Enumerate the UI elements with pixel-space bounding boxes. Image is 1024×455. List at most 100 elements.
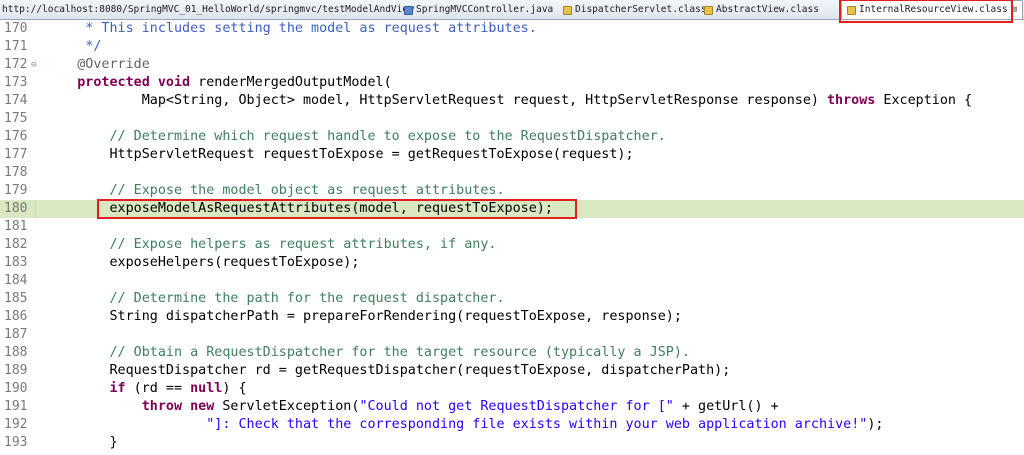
line-number: 192	[4, 416, 29, 434]
code-line[interactable]: 187	[0, 326, 1024, 344]
code-token-plain	[182, 399, 190, 414]
line-number: 187	[4, 326, 29, 344]
tab-label: DispatcherServlet.class	[575, 2, 707, 18]
line-number: 180	[4, 200, 29, 218]
code-line[interactable]: 182 // Expose helpers as request attribu…	[0, 236, 1024, 254]
line-number: 174	[4, 92, 29, 110]
tab-abstractview-class[interactable]: AbstractView.class	[704, 2, 819, 18]
code-token-str: "Could not get RequestDispatcher for ["	[359, 399, 673, 414]
code-token-cmt: // Determine the path for the request di…	[45, 291, 505, 306]
code-token-plain: RequestDispatcher rd = getRequestDispatc…	[45, 363, 730, 378]
tab-label: AbstractView.class	[716, 2, 819, 18]
code-token-cmt: // Expose helpers as request attributes,…	[45, 237, 496, 252]
class-file-icon	[847, 6, 856, 15]
tab-label: InternalResourceView.class	[859, 2, 1008, 18]
class-file-icon	[704, 6, 713, 15]
code-token-plain: HttpServletRequest requestToExpose = get…	[45, 147, 634, 162]
code-line[interactable]: 185 // Determine the path for the reques…	[0, 290, 1024, 308]
line-number: 177	[4, 146, 29, 164]
fold-collapse-icon[interactable]: ⊖	[31, 56, 39, 74]
current-line-marker	[35, 200, 36, 218]
code-token-plain	[45, 399, 142, 414]
code-line[interactable]: 183 exposeHelpers(requestToExpose);	[0, 254, 1024, 272]
code-token-plain	[45, 381, 110, 396]
code-line[interactable]: 175	[0, 110, 1024, 128]
code-text: "]: Check that the corresponding file ex…	[45, 416, 883, 434]
code-text: HttpServletRequest requestToExpose = get…	[45, 146, 634, 164]
code-token-ann: @Override	[45, 57, 150, 72]
code-line[interactable]: 190 if (rd == null) {	[0, 380, 1024, 398]
code-text: */	[45, 38, 101, 56]
line-number: 190	[4, 380, 29, 398]
code-token-plain: Map<String, Object> model, HttpServletRe…	[45, 93, 827, 108]
code-line[interactable]: 181	[0, 218, 1024, 236]
tab-dispatcherservlet-class[interactable]: DispatcherServlet.class	[563, 2, 707, 18]
code-line[interactable]: 189 RequestDispatcher rd = getRequestDis…	[0, 362, 1024, 380]
code-text: throw new ServletException("Could not ge…	[45, 398, 779, 416]
line-number: 188	[4, 344, 29, 362]
code-text: }	[45, 434, 118, 452]
code-line[interactable]: 178	[0, 164, 1024, 182]
line-number: 176	[4, 128, 29, 146]
code-text: * This includes setting the model as req…	[45, 20, 537, 38]
code-token-plain	[150, 75, 158, 90]
close-tab-icon[interactable]: ⊠	[1012, 2, 1017, 18]
code-line[interactable]: 170 * This includes setting the model as…	[0, 20, 1024, 38]
code-editor[interactable]: 170 * This includes setting the model as…	[0, 20, 1024, 455]
tab-springmvccontroller-java[interactable]: SpringMVCController.java	[404, 2, 553, 18]
code-text: // Obtain a RequestDispatcher for the ta…	[45, 344, 690, 362]
code-token-kw: void	[158, 75, 190, 90]
code-text: exposeModelAsRequestAttributes(model, re…	[45, 200, 553, 218]
code-token-cmt: // Determine which request handle to exp…	[45, 129, 666, 144]
code-text: @Override	[45, 56, 150, 74]
line-number: 171	[4, 38, 29, 56]
code-token-cmt: // Expose the model object as request at…	[45, 183, 505, 198]
code-text: exposeHelpers(requestToExpose);	[45, 254, 359, 272]
code-token-kw: protected	[45, 75, 150, 90]
code-line[interactable]: 173 protected void renderMergedOutputMod…	[0, 74, 1024, 92]
code-line-highlighted[interactable]: 180 exposeModelAsRequestAttributes(model…	[0, 200, 1024, 218]
code-line[interactable]: 171 */	[0, 38, 1024, 56]
code-line[interactable]: 188 // Obtain a RequestDispatcher for th…	[0, 344, 1024, 362]
tab-internalresourceview-class[interactable]: InternalResourceView.class ⊠	[841, 0, 1023, 19]
code-text: String dispatcherPath = prepareForRender…	[45, 308, 682, 326]
code-token-cmt: // Obtain a RequestDispatcher for the ta…	[45, 345, 690, 360]
line-number: 178	[4, 164, 29, 182]
code-line[interactable]: 191 throw new ServletException("Could no…	[0, 398, 1024, 416]
code-text: RequestDispatcher rd = getRequestDispatc…	[45, 362, 730, 380]
code-token-plain: ) {	[222, 381, 246, 396]
code-line[interactable]: 177 HttpServletRequest requestToExpose =…	[0, 146, 1024, 164]
line-number: 186	[4, 308, 29, 326]
tab-browser-url[interactable]: http://localhost:8080/SpringMVC_01_Hello…	[2, 2, 414, 18]
code-line[interactable]: 192 "]: Check that the corresponding fil…	[0, 416, 1024, 434]
line-number: 173	[4, 74, 29, 92]
code-line[interactable]: 186 String dispatcherPath = prepareForRe…	[0, 308, 1024, 326]
code-line[interactable]: 184	[0, 272, 1024, 290]
code-token-plain: (rd ==	[126, 381, 191, 396]
tab-label: SpringMVCController.java	[416, 2, 553, 18]
code-line[interactable]: 179 // Expose the model object as reques…	[0, 182, 1024, 200]
code-line[interactable]: 176 // Determine which request handle to…	[0, 128, 1024, 146]
code-token-com: * This includes setting the model as req…	[45, 21, 537, 36]
class-file-icon	[563, 6, 572, 15]
code-text: // Expose helpers as request attributes,…	[45, 236, 496, 254]
code-token-com: */	[45, 39, 101, 54]
editor-tab-bar: http://localhost:8080/SpringMVC_01_Hello…	[0, 0, 1024, 20]
line-number: 193	[4, 434, 29, 452]
code-token-plain: }	[45, 435, 118, 450]
code-line[interactable]: 172⊖ @Override	[0, 56, 1024, 74]
code-token-plain: exposeHelpers(requestToExpose);	[45, 255, 359, 270]
code-text: if (rd == null) {	[45, 380, 247, 398]
tab-label: http://localhost:8080/SpringMVC_01_Hello…	[2, 2, 414, 18]
code-token-plain: exposeModelAsRequestAttributes(model, re…	[45, 201, 553, 216]
code-text: // Determine the path for the request di…	[45, 290, 505, 308]
line-number: 175	[4, 110, 29, 128]
line-number: 181	[4, 218, 29, 236]
java-file-icon	[404, 6, 413, 15]
code-text: // Expose the model object as request at…	[45, 182, 505, 200]
code-line[interactable]: 174 Map<String, Object> model, HttpServl…	[0, 92, 1024, 110]
line-number: 170	[4, 20, 29, 38]
code-token-plain: ServletException(	[214, 399, 359, 414]
line-number: 185	[4, 290, 29, 308]
code-line[interactable]: 193 }	[0, 434, 1024, 452]
